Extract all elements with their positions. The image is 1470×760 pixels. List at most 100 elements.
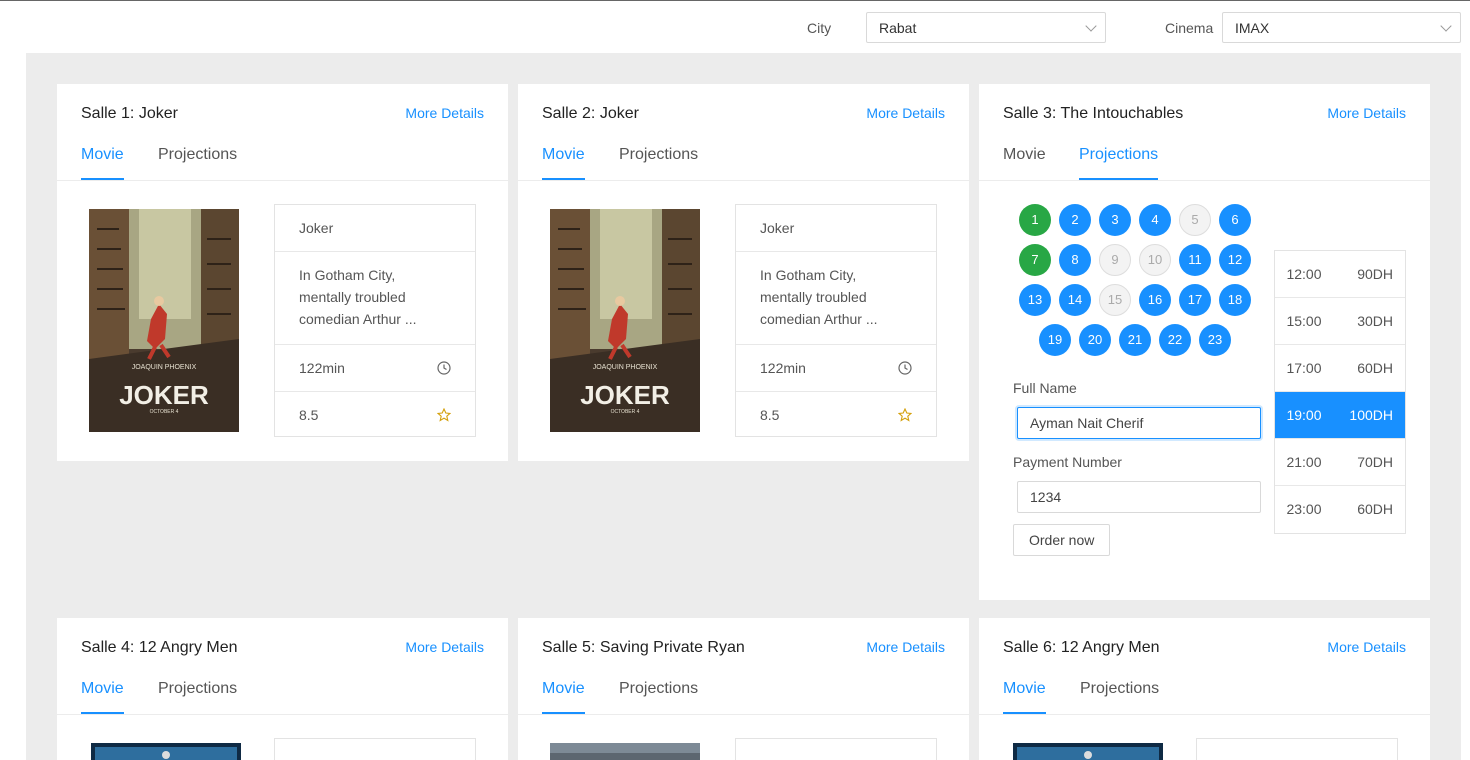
full-name-input[interactable]: Ayman Nait Cherif bbox=[1017, 407, 1261, 439]
movie-duration-row: 122min bbox=[736, 345, 936, 392]
more-details-link[interactable]: More Details bbox=[866, 105, 945, 121]
filter-bar: City Rabat Cinema IMAX bbox=[0, 0, 1470, 52]
salle-title: Salle 4: 12 Angry Men bbox=[81, 639, 238, 656]
seat-13[interactable]: 13 bbox=[1019, 284, 1051, 316]
card-header: Salle 6: 12 Angry Men More Details Movie… bbox=[979, 618, 1430, 715]
projection-time: 19:00 bbox=[1286, 407, 1322, 423]
cinema-label: Cinema bbox=[1165, 20, 1214, 36]
clock-icon bbox=[437, 361, 451, 375]
order-now-button[interactable]: Order now bbox=[1013, 524, 1111, 556]
tab-projections[interactable]: Projections bbox=[158, 146, 237, 178]
tab-movie[interactable]: Movie bbox=[81, 680, 124, 714]
projection-time-option[interactable]: 23:00 60DH bbox=[1275, 486, 1405, 533]
seat-8[interactable]: 8 bbox=[1059, 244, 1091, 276]
salle-title: Salle 6: 12 Angry Men bbox=[1003, 639, 1160, 656]
projection-time-option[interactable]: 21:00 70DH bbox=[1275, 439, 1405, 486]
projection-price: 100DH bbox=[1349, 407, 1393, 423]
movie-info-list: Joker In Gotham City, mentally troubled … bbox=[274, 204, 476, 437]
movie-duration: 122min bbox=[299, 360, 345, 376]
seat-15: 15 bbox=[1099, 284, 1131, 316]
salle-card: Salle 4: 12 Angry Men More Details Movie… bbox=[57, 618, 508, 760]
tab-movie[interactable]: Movie bbox=[542, 680, 585, 714]
card-header: Salle 2: Joker More Details Movie Projec… bbox=[518, 84, 969, 181]
projection-time: 23:00 bbox=[1286, 501, 1322, 517]
projection-times-list: 12:00 90DH 15:00 30DH 17:00 60DH 19:00 100DH 21:… bbox=[1274, 250, 1406, 534]
projection-time-option[interactable]: 12:00 90DH bbox=[1275, 251, 1405, 298]
tab-movie[interactable]: Movie bbox=[81, 146, 124, 180]
tab-projections[interactable]: Projections bbox=[619, 146, 698, 178]
salle-title: Salle 3: The Intouchables bbox=[1003, 105, 1184, 122]
salle-card: Salle 5: Saving Private Ryan More Detail… bbox=[518, 618, 969, 760]
card-header: Salle 4: 12 Angry Men More Details Movie… bbox=[57, 618, 508, 715]
city-select[interactable]: Rabat bbox=[866, 12, 1106, 43]
movie-info-list: Joker In Gotham City, mentally troubled … bbox=[735, 204, 937, 437]
tab-movie[interactable]: Movie bbox=[542, 146, 585, 180]
projection-time: 15:00 bbox=[1286, 313, 1322, 329]
movie-info-list bbox=[735, 738, 937, 760]
seat-7: 7 bbox=[1019, 244, 1051, 276]
salle-card: Salle 6: 12 Angry Men More Details Movie… bbox=[979, 618, 1430, 760]
seat-20[interactable]: 20 bbox=[1079, 324, 1111, 356]
projection-price: 30DH bbox=[1357, 313, 1393, 329]
salle-card: Salle 3: The Intouchables More Details M… bbox=[979, 84, 1430, 600]
movie-poster: JOAQUIN PHOENIX JOKER OCTOBER 4 bbox=[89, 209, 239, 432]
chevron-down-icon bbox=[1440, 20, 1452, 32]
seat-12[interactable]: 12 bbox=[1219, 244, 1251, 276]
more-details-link[interactable]: More Details bbox=[405, 105, 484, 121]
seat-19[interactable]: 19 bbox=[1039, 324, 1071, 356]
poster-title: JOKER bbox=[580, 380, 670, 410]
seat-2[interactable]: 2 bbox=[1059, 204, 1091, 236]
clock-icon bbox=[898, 361, 912, 375]
projection-time-option[interactable]: 15:00 30DH bbox=[1275, 298, 1405, 345]
seat-17[interactable]: 17 bbox=[1179, 284, 1211, 316]
projection-price: 60DH bbox=[1357, 360, 1393, 376]
movie-poster bbox=[1013, 743, 1163, 760]
more-details-link[interactable]: More Details bbox=[1327, 105, 1406, 121]
seat-16[interactable]: 16 bbox=[1139, 284, 1171, 316]
seat-23[interactable]: 23 bbox=[1199, 324, 1231, 356]
payment-number-label: Payment Number bbox=[1013, 454, 1122, 470]
chevron-down-icon bbox=[1085, 20, 1097, 32]
tab-projections[interactable]: Projections bbox=[619, 680, 698, 712]
payment-number-input[interactable]: 1234 bbox=[1017, 481, 1261, 513]
poster-date: OCTOBER 4 bbox=[150, 409, 179, 415]
movie-rating-row: 8.5 bbox=[275, 392, 475, 438]
more-details-link[interactable]: More Details bbox=[405, 639, 484, 655]
city-label: City bbox=[807, 20, 832, 36]
seat-18[interactable]: 18 bbox=[1219, 284, 1251, 316]
movie-poster bbox=[91, 743, 241, 760]
seat-6[interactable]: 6 bbox=[1219, 204, 1251, 236]
projection-time: 17:00 bbox=[1286, 360, 1322, 376]
movie-rating-row: 8.5 bbox=[736, 392, 936, 438]
movie-name: Joker bbox=[736, 205, 936, 252]
seat-5: 5 bbox=[1179, 204, 1211, 236]
movie-name: Joker bbox=[275, 205, 475, 252]
more-details-link[interactable]: More Details bbox=[866, 639, 945, 655]
tab-projections[interactable]: Projections bbox=[1080, 680, 1159, 712]
projection-time-option[interactable]: 19:00 100DH bbox=[1275, 392, 1405, 439]
seat-4[interactable]: 4 bbox=[1139, 204, 1171, 236]
poster-title: JOKER bbox=[119, 380, 209, 410]
poster-actor: JOAQUIN PHOENIX bbox=[593, 364, 658, 371]
card-header: Salle 5: Saving Private Ryan More Detail… bbox=[518, 618, 969, 715]
movie-duration: 122min bbox=[760, 360, 806, 376]
seat-14[interactable]: 14 bbox=[1059, 284, 1091, 316]
poster-actor: JOAQUIN PHOENIX bbox=[132, 364, 197, 371]
movie-rating: 8.5 bbox=[760, 407, 780, 423]
tab-movie[interactable]: Movie bbox=[1003, 146, 1046, 178]
projection-time-option[interactable]: 17:00 60DH bbox=[1275, 345, 1405, 392]
tab-projections[interactable]: Projections bbox=[1079, 146, 1159, 180]
more-details-link[interactable]: More Details bbox=[1327, 639, 1406, 655]
seat-3[interactable]: 3 bbox=[1099, 204, 1131, 236]
seat-21[interactable]: 21 bbox=[1119, 324, 1151, 356]
movie-description: In Gotham City, mentally troubled comedi… bbox=[275, 252, 475, 345]
seat-11[interactable]: 11 bbox=[1179, 244, 1211, 276]
tab-movie[interactable]: Movie bbox=[1003, 680, 1046, 714]
tab-projections[interactable]: Projections bbox=[158, 680, 237, 712]
movie-poster: JOAQUIN PHOENIX JOKER OCTOBER 4 bbox=[550, 209, 700, 432]
seat-22[interactable]: 22 bbox=[1159, 324, 1191, 356]
projection-time: 12:00 bbox=[1286, 266, 1322, 282]
card-header: Salle 1: Joker More Details Movie Projec… bbox=[57, 84, 508, 181]
city-select-value: Rabat bbox=[879, 20, 917, 36]
cinema-select[interactable]: IMAX bbox=[1222, 12, 1461, 43]
